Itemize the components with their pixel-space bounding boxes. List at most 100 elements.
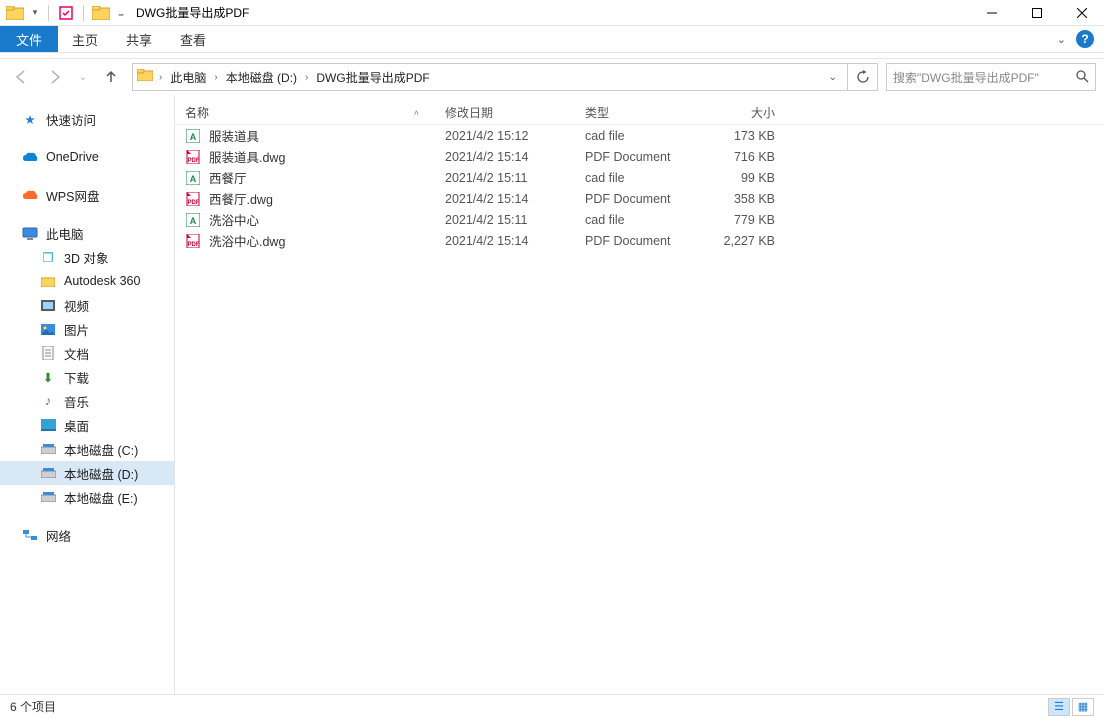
drive-icon xyxy=(40,465,56,481)
file-name: 服装道具 xyxy=(209,126,259,145)
minimize-button[interactable] xyxy=(969,0,1014,26)
thumbnails-view-button[interactable]: ▦ xyxy=(1072,698,1094,716)
file-date: 2021/4/2 15:12 xyxy=(435,129,575,143)
sidebar-item-quick-access[interactable]: ★ 快速访问 xyxy=(0,107,174,131)
svg-text:A: A xyxy=(190,216,197,226)
ribbon: 文件 主页 共享 查看 ⌄ ? xyxy=(0,26,1104,53)
back-button[interactable] xyxy=(8,64,34,90)
file-size: 358 KB xyxy=(695,192,785,206)
file-row[interactable]: A服装道具2021/4/2 15:12cad file173 KB xyxy=(175,125,1104,146)
up-button[interactable] xyxy=(98,64,124,90)
breadcrumb-root[interactable]: 此电脑 xyxy=(166,69,210,86)
quick-access-toolbar: ▾ ₌ xyxy=(0,2,132,24)
address-bar[interactable]: › 此电脑 › 本地磁盘 (D:) › DWG批量导出成PDF ⌄ xyxy=(132,63,848,91)
file-list: 名称˄ 修改日期 类型 大小 A 服装道具 2021/4/2 15:12 cad fi… xyxy=(175,95,1104,694)
column-header-date[interactable]: 修改日期 xyxy=(435,104,575,121)
sidebar-item-desktop[interactable]: 桌面 xyxy=(0,413,174,437)
sidebar-item-downloads[interactable]: ⬇下载 xyxy=(0,365,174,389)
search-input[interactable]: 搜索"DWG批量导出成PDF" xyxy=(886,63,1096,91)
sidebar-item-label: 桌面 xyxy=(64,416,89,435)
address-dropdown-icon[interactable]: ⌄ xyxy=(823,72,843,83)
folder-icon[interactable] xyxy=(90,2,112,24)
sidebar-item-drive-d[interactable]: 本地磁盘 (D:) xyxy=(0,461,174,485)
sidebar-item-music[interactable]: ♪音乐 xyxy=(0,389,174,413)
sidebar-item-label: OneDrive xyxy=(46,150,99,164)
tab-share[interactable]: 共享 xyxy=(112,26,166,52)
file-type: PDF Document xyxy=(575,234,695,248)
file-type: cad file xyxy=(575,213,695,227)
sidebar-item-label: Autodesk 360 xyxy=(64,274,140,288)
refresh-button[interactable] xyxy=(848,63,878,91)
file-row[interactable]: PDF西餐厅.dwg2021/4/2 15:14PDF Document358 … xyxy=(175,188,1104,209)
divider xyxy=(48,5,49,21)
sidebar-item-drive-c[interactable]: 本地磁盘 (C:) xyxy=(0,437,174,461)
file-row[interactable]: PDF洗浴中心.dwg2021/4/2 15:14PDF Document2,2… xyxy=(175,230,1104,251)
column-header-type[interactable]: 类型 xyxy=(575,104,695,121)
drive-icon xyxy=(40,489,56,505)
file-size: 99 KB xyxy=(695,171,785,185)
file-row[interactable]: PDF服装道具.dwg2021/4/2 15:14PDF Document716… xyxy=(175,146,1104,167)
close-button[interactable] xyxy=(1059,0,1104,26)
properties-icon[interactable] xyxy=(55,2,77,24)
pdf-file-icon: PDF xyxy=(185,191,201,207)
column-header-name[interactable]: 名称˄ xyxy=(175,104,435,121)
sidebar-item-wps[interactable]: WPS网盘 xyxy=(0,183,174,207)
file-name: 洗浴中心.dwg xyxy=(209,231,285,250)
breadcrumb-drive[interactable]: 本地磁盘 (D:) xyxy=(222,69,301,86)
title-bar: ▾ ₌ DWG批量导出成PDF xyxy=(0,0,1104,26)
navigation-pane: ★ 快速访问 OneDrive WPS网盘 此电脑 ❒3D 对象 Autodes… xyxy=(0,95,175,694)
column-headers: 名称˄ 修改日期 类型 大小 xyxy=(175,101,1104,125)
sidebar-item-this-pc[interactable]: 此电脑 xyxy=(0,221,174,245)
sidebar-item-onedrive[interactable]: OneDrive xyxy=(0,145,174,169)
folder-icon xyxy=(137,68,153,86)
sidebar-item-pictures[interactable]: 图片 xyxy=(0,317,174,341)
search-icon[interactable] xyxy=(1075,69,1089,86)
chevron-right-icon[interactable]: › xyxy=(212,72,219,83)
file-row[interactable]: A西餐厅2021/4/2 15:11cad file99 KB xyxy=(175,167,1104,188)
file-type: PDF Document xyxy=(575,150,695,164)
cloud-icon xyxy=(22,149,38,165)
divider xyxy=(83,5,84,21)
ribbon-expand-icon[interactable]: ⌄ xyxy=(1057,33,1066,46)
sidebar-item-label: 本地磁盘 (C:) xyxy=(64,440,138,459)
file-date: 2021/4/2 15:14 xyxy=(435,192,575,206)
folder-icon[interactable] xyxy=(4,2,26,24)
svg-text:PDF: PDF xyxy=(188,158,200,164)
help-icon[interactable]: ? xyxy=(1076,30,1094,48)
qat-dropdown-icon[interactable]: ▾ xyxy=(28,2,42,24)
sidebar-item-label: 本地磁盘 (D:) xyxy=(64,464,138,483)
pdf-file-icon: PDF xyxy=(185,233,201,249)
tab-file[interactable]: 文件 xyxy=(0,26,58,52)
file-type: cad file xyxy=(575,171,695,185)
sidebar-item-videos[interactable]: 视频 xyxy=(0,293,174,317)
chevron-right-icon[interactable]: › xyxy=(157,72,164,83)
file-size: 173 KB xyxy=(695,129,785,143)
file-row[interactable]: A洗浴中心2021/4/2 15:11cad file779 KB xyxy=(175,209,1104,230)
sidebar-item-label: 音乐 xyxy=(64,392,89,411)
breadcrumb-folder[interactable]: DWG批量导出成PDF xyxy=(312,69,433,86)
sidebar-item-network[interactable]: 网络 xyxy=(0,523,174,547)
file-name: 洗浴中心 xyxy=(209,210,259,229)
details-view-button[interactable]: ☰ xyxy=(1048,698,1070,716)
file-date: 2021/4/2 15:11 xyxy=(435,213,575,227)
cad-file-icon: A xyxy=(185,170,201,186)
recent-dropdown-icon[interactable]: ⌄ xyxy=(76,64,90,90)
chevron-right-icon[interactable]: › xyxy=(303,72,310,83)
tab-view[interactable]: 查看 xyxy=(166,26,220,52)
file-date: 2021/4/2 15:14 xyxy=(435,150,575,164)
file-name: 西餐厅 xyxy=(209,168,247,187)
sidebar-item-label: 下载 xyxy=(64,368,89,387)
sidebar-item-documents[interactable]: 文档 xyxy=(0,341,174,365)
sidebar-item-3d-objects[interactable]: ❒3D 对象 xyxy=(0,245,174,269)
sidebar-item-drive-e[interactable]: 本地磁盘 (E:) xyxy=(0,485,174,509)
sidebar-item-autodesk[interactable]: Autodesk 360 xyxy=(0,269,174,293)
qat-overflow-icon[interactable]: ₌ xyxy=(114,2,128,24)
column-header-size[interactable]: 大小 xyxy=(695,104,785,121)
tab-home[interactable]: 主页 xyxy=(58,26,112,52)
sidebar-item-label: 图片 xyxy=(64,320,89,339)
forward-button[interactable] xyxy=(42,64,68,90)
sidebar-item-label: 3D 对象 xyxy=(64,248,108,267)
maximize-button[interactable] xyxy=(1014,0,1059,26)
network-icon xyxy=(22,527,38,543)
folder-icon xyxy=(40,273,56,289)
